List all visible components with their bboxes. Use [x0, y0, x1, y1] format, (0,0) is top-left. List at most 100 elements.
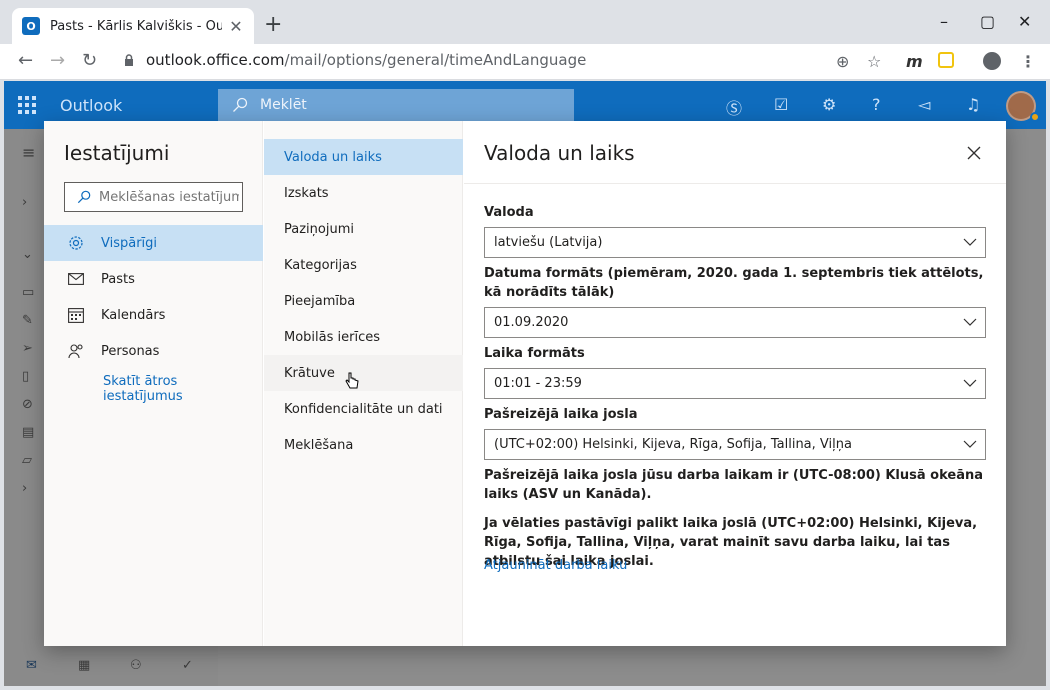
settings-categories-panel: Iestatījumi Vispārīgi Pasts Kalendārs: [44, 121, 263, 646]
tab-close-icon[interactable]: ✕: [228, 17, 244, 36]
outlook-bottom-rail: ✉ ▦ ⚇ ✓: [4, 646, 218, 686]
settings-dialog: Iestatījumi Vispārīgi Pasts Kalendārs: [44, 121, 1006, 646]
language-label: Valoda: [484, 205, 534, 220]
add-icon[interactable]: ⊕: [836, 52, 849, 71]
forward-icon[interactable]: →: [50, 51, 65, 71]
category-label: Kalendārs: [101, 307, 166, 323]
bell-icon[interactable]: ♫: [966, 95, 980, 114]
subcategory-categories[interactable]: Kategorijas: [264, 247, 463, 283]
calendar-icon: [68, 307, 86, 323]
date-format-dropdown[interactable]: 01.09.2020: [484, 307, 986, 338]
url-host: outlook.office.com: [146, 51, 285, 69]
todo-icon[interactable]: ☑: [774, 95, 788, 114]
timezone-value: (UTC+02:00) Helsinki, Kijeva, Rīga, Sofi…: [494, 437, 852, 452]
tasks-nav-icon: ✓: [182, 658, 193, 673]
settings-content-pane: Valoda un laiks Valoda latviešu (Latvija…: [464, 121, 1006, 646]
url-field[interactable]: outlook.office.com/mail/options/general/…: [146, 51, 586, 69]
chevron-down-icon: [963, 318, 977, 326]
hand-cursor-icon: [345, 372, 359, 389]
timezone-dropdown[interactable]: (UTC+02:00) Helsinki, Kijeva, Rīga, Sofi…: [484, 429, 986, 460]
quick-settings-link[interactable]: Skatīt ātros iestatījumus: [103, 374, 223, 404]
outlook-brand: Outlook: [60, 96, 123, 115]
mail-icon: [68, 273, 86, 285]
send-icon: ➢: [22, 341, 33, 356]
people-nav-icon: ⚇: [130, 658, 142, 673]
trash-icon: ▯: [22, 369, 30, 384]
settings-gear-icon[interactable]: ⚙: [822, 95, 836, 114]
category-label: Pasts: [101, 271, 135, 287]
people-icon: [68, 343, 86, 359]
browser-tab-bar: O Pasts - Kārlis Kalviškis - Outlook ✕ +…: [0, 0, 1050, 44]
language-dropdown[interactable]: latviešu (Latvija): [484, 227, 986, 258]
app-launcher-icon[interactable]: [18, 96, 36, 114]
mail-nav-icon: ✉: [26, 658, 37, 673]
reload-icon[interactable]: ↻: [82, 51, 97, 71]
skype-icon[interactable]: Ⓢ: [726, 95, 742, 119]
hamburger-icon: ≡: [22, 143, 36, 162]
blocked-icon: ⊘: [22, 397, 33, 412]
close-icon[interactable]: [964, 143, 984, 163]
subcategory-search[interactable]: Meklēšana: [264, 427, 463, 463]
back-icon[interactable]: ←: [18, 51, 33, 71]
language-value: latviešu (Latvija): [494, 235, 603, 250]
category-label: Vispārīgi: [101, 235, 158, 251]
url-path: /mail/options/general/timeAndLanguage: [284, 51, 587, 69]
search-icon: [233, 97, 248, 112]
help-icon[interactable]: ?: [872, 95, 881, 114]
subcategory-appearance[interactable]: Izskats: [264, 175, 463, 211]
menu-icon[interactable]: ⋮: [1020, 52, 1036, 71]
feedback-icon[interactable]: ◅: [918, 95, 930, 114]
new-tab-icon[interactable]: +: [264, 14, 282, 36]
category-mail[interactable]: Pasts: [44, 261, 263, 297]
category-people[interactable]: Personas: [44, 333, 263, 369]
address-bar: ← → ↻ outlook.office.com/mail/options/ge…: [0, 44, 1050, 80]
gear-icon: [68, 235, 86, 251]
timezone-label: Pašreizējā laika josla: [484, 407, 638, 422]
category-general[interactable]: Vispārīgi: [44, 225, 263, 261]
settings-search-input[interactable]: [99, 189, 239, 205]
subcategory-notifications[interactable]: Paziņojumi: [264, 211, 463, 247]
settings-title: Iestatījumi: [64, 141, 170, 165]
window-close-icon[interactable]: ✕: [1018, 12, 1031, 31]
maximize-icon[interactable]: ▢: [980, 12, 995, 31]
search-icon: [77, 190, 91, 204]
time-format-value: 01:01 - 23:59: [494, 376, 582, 391]
search-placeholder: Meklēt: [260, 97, 307, 113]
browser-tab[interactable]: O Pasts - Kārlis Kalviškis - Outlook ✕: [12, 8, 254, 44]
lock-icon: [125, 54, 133, 66]
category-label: Personas: [101, 343, 160, 359]
time-format-label: Laika formāts: [484, 346, 585, 361]
extension-icon[interactable]: [938, 52, 954, 68]
subcategory-storage[interactable]: Krātuve: [264, 355, 463, 391]
pencil-icon: ✎: [22, 313, 33, 328]
outlook-left-rail: ≡ › ⌄ ▭ ✎ ➢ ▯ ⊘ ▤ ▱ ›: [4, 129, 48, 686]
chevron-down-icon: ⌄: [22, 247, 33, 262]
tab-title: Pasts - Kārlis Kalviškis - Outlook: [50, 18, 222, 34]
settings-search-field[interactable]: [64, 182, 243, 212]
extension-m-icon[interactable]: m: [906, 52, 923, 71]
category-calendar[interactable]: Kalendārs: [44, 297, 263, 333]
subcategory-language-time[interactable]: Valoda un laiks: [264, 139, 463, 175]
timezone-info-text: Pašreizējā laika josla jūsu darba laikam…: [484, 468, 984, 502]
chevron-down-icon: [963, 238, 977, 246]
minimize-icon[interactable]: –: [940, 12, 948, 31]
note-icon: ▱: [22, 453, 32, 468]
pane-title: Valoda un laiks: [484, 141, 635, 165]
chevron-right-icon: ›: [22, 195, 28, 210]
chevron-down-icon: [963, 379, 977, 387]
outlook-favicon-icon: O: [22, 17, 40, 35]
date-format-label: Datuma formāts (piemēram, 2020. gada 1. …: [484, 266, 984, 300]
date-format-value: 01.09.2020: [494, 315, 569, 330]
update-working-hours-link[interactable]: Atjaunināt darba laiku: [484, 558, 627, 573]
subcategory-accessibility[interactable]: Pieejamība: [264, 283, 463, 319]
presence-status-icon: [1030, 112, 1040, 122]
profile-icon[interactable]: [983, 52, 1001, 70]
expand-icon: ›: [22, 481, 28, 496]
subcategory-privacy[interactable]: Konfidencialitāte un dati: [264, 391, 463, 427]
time-format-dropdown[interactable]: 01:01 - 23:59: [484, 368, 986, 399]
inbox-icon: ▭: [22, 285, 35, 300]
star-icon[interactable]: ☆: [867, 52, 881, 71]
subcategory-mobile-devices[interactable]: Mobilās ierīces: [264, 319, 463, 355]
mail-search-input[interactable]: Meklēt: [218, 89, 574, 121]
pane-divider: [464, 183, 1006, 184]
